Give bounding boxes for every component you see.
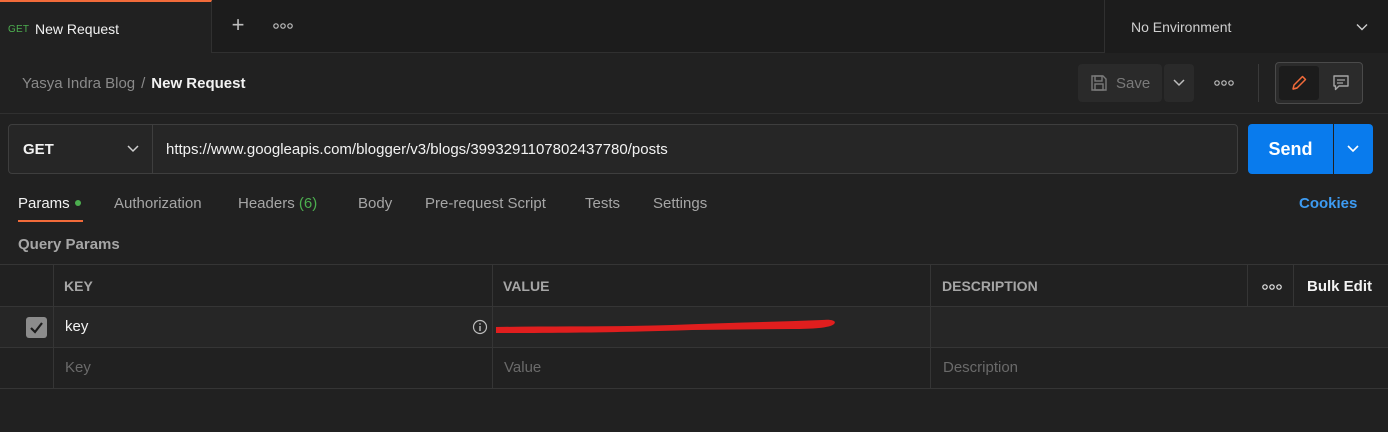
method-selector[interactable]: GET: [9, 125, 153, 173]
tab-bar: GET New Request + No Environment: [0, 0, 1388, 53]
column-header-key: KEY: [64, 278, 93, 294]
comment-mode-button[interactable]: [1322, 66, 1360, 100]
request-url-bar: GET: [8, 124, 1238, 174]
tab-params[interactable]: Params: [18, 195, 81, 212]
more-icon[interactable]: [1260, 280, 1284, 294]
column-divider: [492, 265, 493, 388]
chevron-down-icon: [1173, 79, 1185, 87]
tab-tests[interactable]: Tests: [585, 195, 620, 212]
environment-label: No Environment: [1131, 19, 1232, 35]
tab-new-request[interactable]: GET New Request: [0, 0, 212, 53]
method-label: GET: [23, 141, 54, 158]
column-divider: [930, 265, 931, 388]
table-header: KEY VALUE DESCRIPTION: [0, 265, 1388, 307]
param-key-cell[interactable]: key: [65, 318, 88, 335]
breadcrumb-workspace[interactable]: Yasya Indra Blog: [22, 75, 135, 92]
save-label: Save: [1116, 75, 1151, 92]
more-icon[interactable]: [272, 18, 294, 34]
query-params-title: Query Params: [18, 236, 120, 253]
environment-selector[interactable]: No Environment: [1104, 0, 1388, 53]
param-key-placeholder[interactable]: Key: [65, 359, 91, 376]
breadcrumb: Yasya Indra Blog / New Request: [22, 75, 246, 92]
column-divider: [53, 265, 54, 388]
tab-params-label: Params: [18, 195, 70, 212]
send-button[interactable]: Send: [1248, 124, 1333, 174]
column-header-value: VALUE: [503, 278, 550, 294]
chevron-down-icon: [1347, 145, 1359, 153]
plus-icon[interactable]: +: [228, 14, 248, 38]
breadcrumb-current[interactable]: New Request: [151, 75, 245, 92]
tab-authorization[interactable]: Authorization: [114, 195, 202, 212]
param-description-placeholder[interactable]: Description: [943, 359, 1018, 376]
info-icon[interactable]: [472, 319, 488, 335]
check-icon: [30, 322, 43, 334]
param-enabled-checkbox[interactable]: [26, 317, 47, 338]
bulk-edit-button[interactable]: Bulk Edit: [1307, 278, 1372, 295]
save-icon: [1091, 75, 1107, 91]
save-button[interactable]: Save: [1078, 64, 1162, 102]
edit-mode-button[interactable]: [1279, 66, 1319, 100]
tab-settings[interactable]: Settings: [653, 195, 707, 212]
save-dropdown-button[interactable]: [1164, 64, 1194, 102]
divider: [1258, 64, 1259, 102]
tab-headers-label: Headers: [238, 195, 295, 212]
send-label: Send: [1268, 139, 1313, 159]
param-value-placeholder[interactable]: Value: [504, 359, 541, 376]
send-dropdown-button[interactable]: [1334, 124, 1373, 174]
breadcrumb-separator: /: [141, 75, 146, 92]
headers-count: (6): [298, 195, 318, 212]
column-divider: [1293, 265, 1294, 307]
chevron-down-icon: [127, 145, 139, 153]
divider: [0, 113, 1388, 114]
tab-headers[interactable]: Headers (6): [238, 195, 317, 212]
table-border: [0, 388, 1388, 389]
url-input[interactable]: [154, 125, 1237, 173]
redaction-mark: [496, 319, 835, 333]
tab-pre-request-script[interactable]: Pre-request Script: [425, 195, 546, 212]
cookies-link[interactable]: Cookies: [1299, 195, 1357, 212]
tab-body[interactable]: Body: [358, 195, 392, 212]
pencil-icon: [1292, 75, 1307, 90]
view-mode-toggle: [1275, 62, 1363, 104]
table-border: [0, 347, 1388, 348]
comment-icon: [1333, 75, 1349, 91]
column-header-description: DESCRIPTION: [942, 278, 1038, 294]
tab-title: New Request: [35, 21, 120, 37]
column-divider: [1247, 265, 1248, 307]
chevron-down-icon: [1356, 24, 1368, 31]
active-tab-indicator: [18, 220, 83, 222]
tab-method-label: GET: [8, 24, 30, 35]
more-icon[interactable]: [1212, 75, 1236, 91]
params-active-dot: [74, 200, 81, 207]
